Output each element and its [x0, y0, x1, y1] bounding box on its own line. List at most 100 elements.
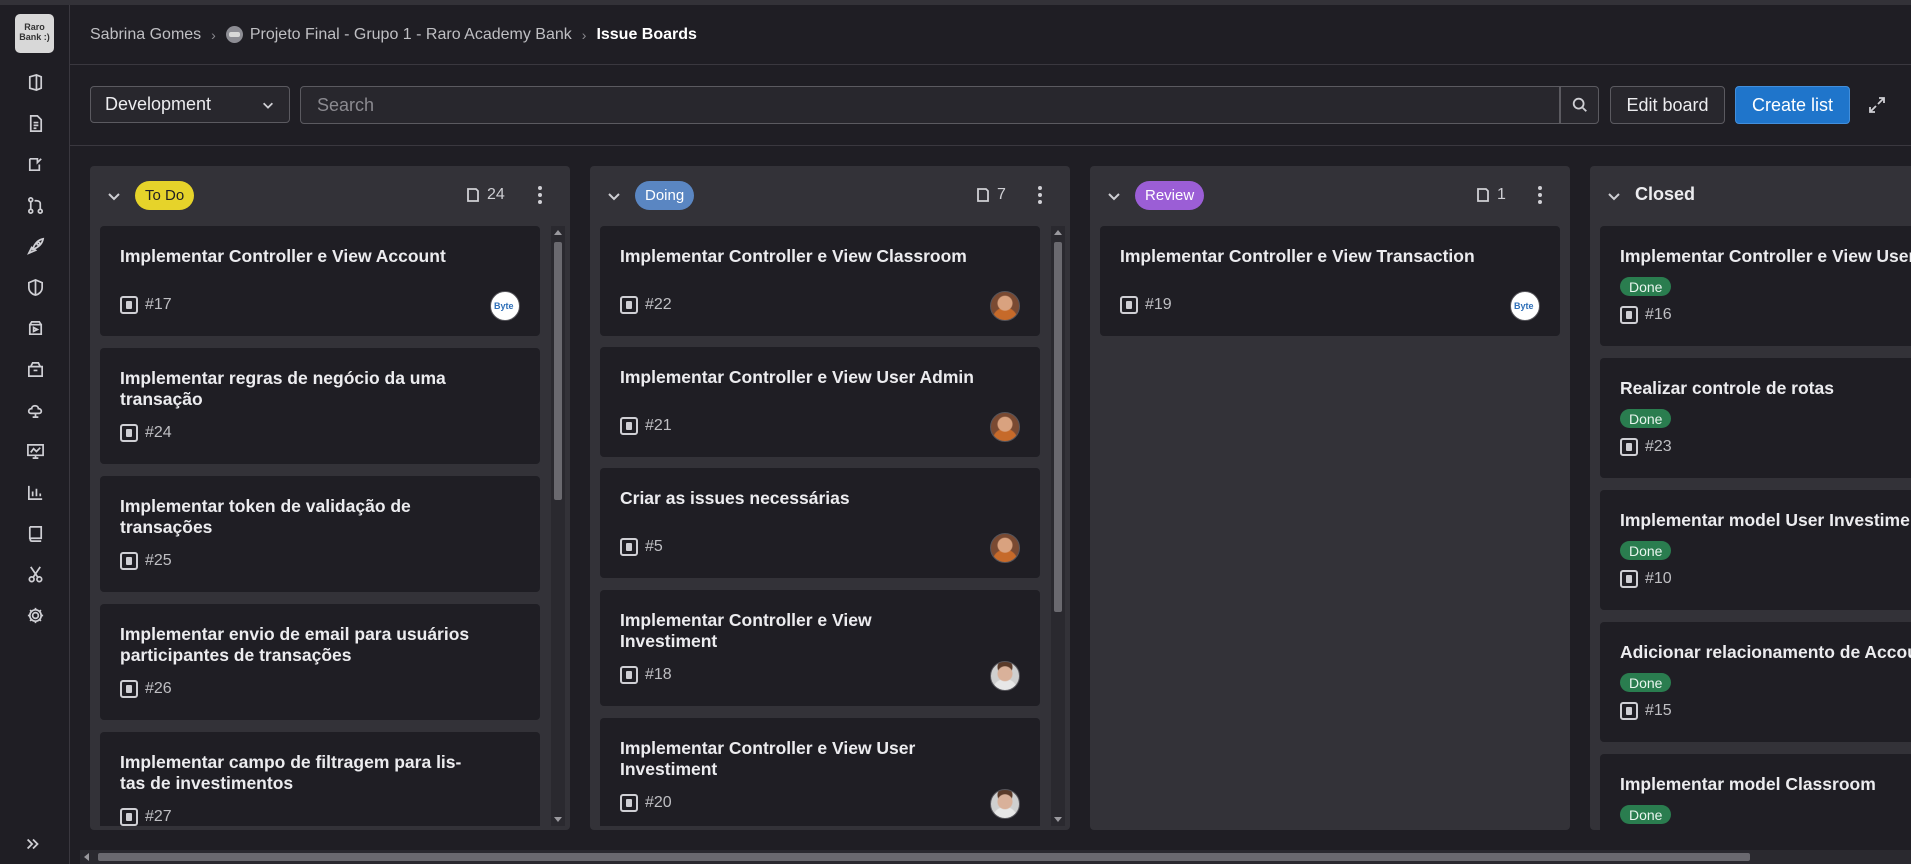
list-label[interactable]: Review	[1135, 181, 1205, 210]
issue-ref: #22	[645, 296, 672, 313]
card-title[interactable]: Implementar Controller e View User	[1620, 246, 1911, 267]
project-icon[interactable]	[24, 71, 46, 93]
card-title[interactable]: Implementar campo de filtragem para lis-…	[120, 752, 461, 794]
assignee-avatar[interactable]	[990, 412, 1020, 442]
security-icon[interactable]	[24, 276, 46, 298]
list-options-icon[interactable]	[530, 184, 550, 206]
list-options-icon[interactable]	[1530, 184, 1550, 206]
issue-card[interactable]: Implementar regras de negócio da uma tran…	[100, 348, 540, 464]
issue-card[interactable]: Implementar Controller e View User Invest…	[600, 718, 1040, 826]
status-badge[interactable]: Done	[1620, 673, 1672, 692]
issue-card[interactable]: Implementar Controller e View Classroom …	[600, 226, 1040, 336]
list-scrollbar[interactable]	[1051, 226, 1065, 826]
issue-card[interactable]: Implementar model Classroom Done	[1600, 754, 1911, 830]
edit-board-button[interactable]: Edit board	[1610, 86, 1725, 124]
issue-card[interactable]: Implementar Controller e View Transactio…	[1100, 226, 1560, 336]
issue-card[interactable]: Implementar campo de filtragem para lis-…	[100, 732, 540, 826]
merge-requests-icon[interactable]	[24, 153, 46, 175]
issue-card[interactable]: Criar as issues necessárias #5	[600, 468, 1040, 578]
issue-icon	[120, 808, 138, 826]
issue-icon	[120, 424, 138, 442]
issue-ref: #15	[1645, 702, 1672, 719]
board-list-doing: Doing 7 Implementar Controller e View Cl…	[590, 166, 1070, 830]
deploy-icon[interactable]	[24, 235, 46, 257]
issue-card[interactable]: Implementar Controller e View Investiment…	[600, 590, 1040, 706]
chevron-down-icon[interactable]	[106, 188, 122, 204]
breadcrumb-current[interactable]: Issue Boards	[596, 26, 696, 44]
card-title[interactable]: Adicionar relacionamento de Account	[1620, 642, 1911, 663]
issue-card[interactable]: Implementar Controller e View User Admin…	[600, 347, 1040, 457]
assignee-avatar[interactable]	[990, 533, 1020, 563]
issue-count-value: 24	[487, 186, 505, 203]
sidebar: Raro Bank :)	[0, 5, 70, 864]
card-title[interactable]: Implementar regras de negócio da uma tran…	[120, 368, 446, 410]
issue-card[interactable]: Implementar model User Investiment Done …	[1600, 490, 1911, 610]
list-title[interactable]: Closed	[1635, 184, 1695, 205]
monitor-icon[interactable]	[24, 440, 46, 462]
breadcrumb: Sabrina Gomes › Projeto Final - Grupo 1 …	[70, 5, 1911, 65]
analytics-icon[interactable]	[24, 481, 46, 503]
assignee-avatar[interactable]	[990, 789, 1020, 819]
issue-ref: #5	[645, 538, 663, 555]
board-select-value: Development	[105, 94, 212, 114]
card-title[interactable]: Realizar controle de rotas	[1620, 378, 1834, 399]
card-title[interactable]: Implementar model User Investiment	[1620, 510, 1911, 531]
card-meta: #23	[1620, 438, 1672, 456]
repository-icon[interactable]	[24, 194, 46, 216]
breadcrumb-user[interactable]: Sabrina Gomes	[90, 26, 201, 44]
card-meta: #16	[1620, 306, 1672, 324]
card-title[interactable]: Implementar Controller e View Transactio…	[1120, 246, 1475, 267]
card-title[interactable]: Implementar Controller e View Account	[120, 246, 446, 267]
packages-icon[interactable]	[24, 358, 46, 380]
chevron-right-icon: ›	[581, 26, 587, 43]
status-badge[interactable]: Done	[1620, 541, 1672, 560]
list-scrollbar[interactable]	[551, 226, 565, 826]
issue-card[interactable]: Implementar Controller e View Account #1…	[100, 226, 540, 336]
card-title[interactable]: Implementar Controller e View Classroom	[620, 246, 967, 267]
list-label[interactable]: Doing	[635, 181, 695, 210]
card-title[interactable]: Implementar token de validação de transaç…	[120, 496, 411, 538]
card-title[interactable]: Implementar Controller e View User Admin	[620, 367, 974, 388]
assignee-avatar[interactable]	[990, 291, 1020, 321]
create-list-button[interactable]: Create list	[1735, 86, 1850, 124]
card-title[interactable]: Criar as issues necessárias	[620, 488, 850, 509]
issues-icon[interactable]	[24, 112, 46, 134]
collapse-sidebar-icon[interactable]	[24, 835, 44, 855]
issue-icon	[1120, 296, 1138, 314]
ci-cd-icon[interactable]	[24, 317, 46, 339]
settings-icon[interactable]	[24, 604, 46, 626]
breadcrumb-project[interactable]: Projeto Final - Grupo 1 - Raro Academy B…	[250, 26, 572, 44]
board-horizontal-scrollbar[interactable]	[80, 850, 1911, 864]
status-badge[interactable]: Done	[1620, 805, 1672, 824]
search-input[interactable]: Search	[300, 86, 1560, 124]
assignee-avatar[interactable]	[990, 661, 1020, 691]
fullscreen-icon[interactable]	[1865, 93, 1889, 117]
issue-card[interactable]: Implementar token de validação de transaç…	[100, 476, 540, 592]
board-select[interactable]: Development	[90, 86, 290, 123]
issue-card[interactable]: Adicionar relacionamento de Account Done…	[1600, 622, 1911, 742]
card-title[interactable]: Implementar Controller e View User Invest…	[620, 738, 915, 780]
chevron-down-icon[interactable]	[1606, 188, 1622, 204]
issue-card[interactable]: Implementar envio de email para usuários…	[100, 604, 540, 720]
wiki-icon[interactable]	[24, 522, 46, 544]
assignee-avatar[interactable]	[1510, 291, 1540, 321]
assignee-avatar[interactable]	[490, 291, 520, 321]
infrastructure-icon[interactable]	[24, 399, 46, 421]
issue-icon	[620, 794, 638, 812]
project-logo[interactable]: Raro Bank :)	[15, 14, 54, 53]
list-options-icon[interactable]	[1030, 184, 1050, 206]
card-title[interactable]: Implementar Controller e View Investiment	[620, 610, 872, 652]
card-title[interactable]: Implementar envio de email para usuários…	[120, 624, 469, 666]
card-meta: #22	[620, 296, 672, 314]
issue-icon	[120, 552, 138, 570]
status-badge[interactable]: Done	[1620, 277, 1672, 296]
status-badge[interactable]: Done	[1620, 409, 1672, 428]
issue-card[interactable]: Realizar controle de rotas Done #23	[1600, 358, 1911, 478]
snippets-icon[interactable]	[24, 563, 46, 585]
chevron-down-icon[interactable]	[1106, 188, 1122, 204]
card-title[interactable]: Implementar model Classroom	[1620, 774, 1876, 795]
list-label[interactable]: To Do	[135, 181, 195, 210]
search-button[interactable]	[1560, 86, 1599, 124]
chevron-down-icon[interactable]	[606, 188, 622, 204]
issue-card[interactable]: Implementar Controller e View User Done …	[1600, 226, 1911, 346]
